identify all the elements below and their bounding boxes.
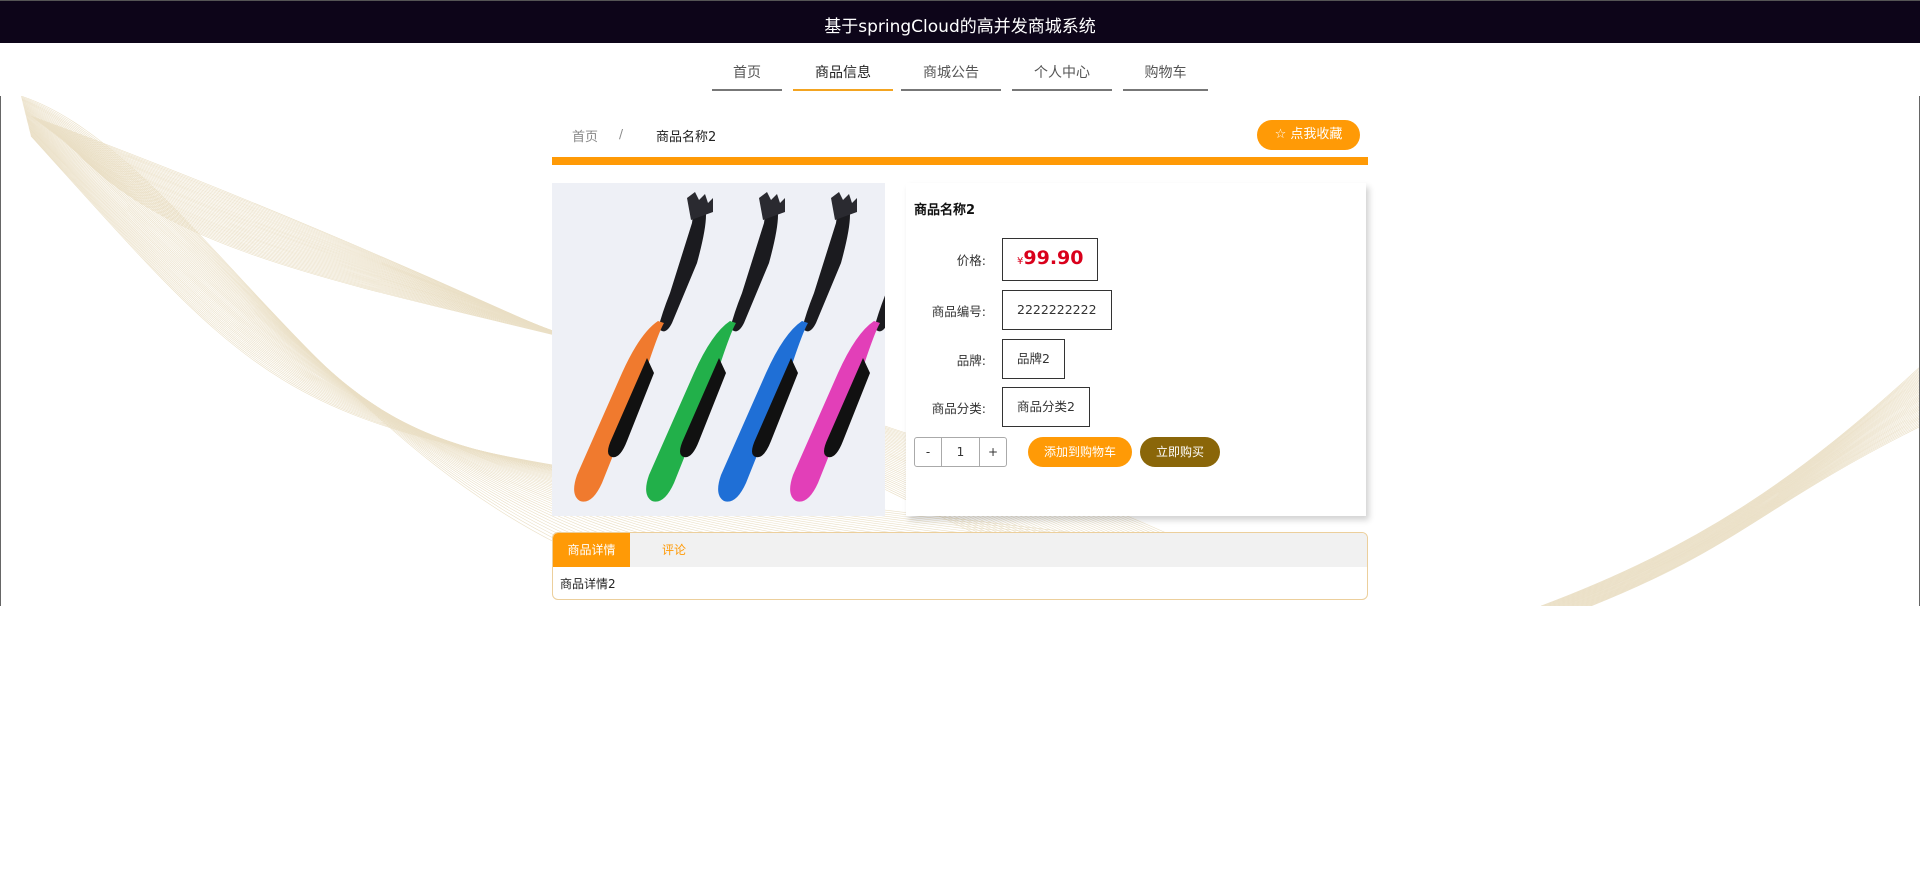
- detail-tabs: 商品详情 评论 商品详情2: [552, 532, 1368, 600]
- price-value: 99.90: [1023, 247, 1084, 269]
- breadcrumb-home[interactable]: 首页: [572, 126, 598, 145]
- code-box: 2222222222: [1002, 290, 1112, 330]
- category-label: 商品分类:: [931, 401, 986, 416]
- star-icon: ☆: [1274, 127, 1287, 142]
- nav-announcements-label: 商城公告: [923, 65, 979, 81]
- nav-products-label: 商品信息: [815, 65, 871, 81]
- nav-profile-label: 个人中心: [1034, 65, 1090, 81]
- tab-details[interactable]: 商品详情: [553, 533, 630, 567]
- product-name: 商品名称2: [914, 203, 976, 218]
- tab-content: 商品详情2: [560, 577, 616, 591]
- add-to-cart-button[interactable]: 添加到购物车: [1028, 437, 1132, 467]
- nav-profile[interactable]: 个人中心: [1012, 57, 1112, 91]
- nav-cart[interactable]: 购物车: [1123, 57, 1208, 91]
- breadcrumb-separator: /: [619, 127, 624, 141]
- quantity-value[interactable]: 1: [942, 438, 979, 466]
- tab-comments[interactable]: 评论: [649, 533, 699, 567]
- category-value: 商品分类2: [1017, 399, 1075, 414]
- main-nav: 首页 商品信息 商城公告 个人中心 购物车: [0, 43, 1920, 95]
- orange-divider: [552, 157, 1368, 165]
- product-image: [552, 183, 885, 516]
- price-box: ¥99.90: [1002, 238, 1099, 281]
- favorite-label: 点我收藏: [1290, 127, 1343, 142]
- code-value: 2222222222: [1017, 302, 1097, 317]
- site-title: 基于springCloud的高并发商城系统: [824, 17, 1096, 37]
- toothbrush-illustration: [552, 183, 885, 516]
- price-label: 价格:: [956, 253, 986, 268]
- quantity-stepper[interactable]: - 1 +: [914, 437, 1007, 467]
- increment-button[interactable]: +: [979, 438, 1006, 466]
- top-header: 基于springCloud的高并发商城系统: [0, 0, 1920, 43]
- category-box: 商品分类2: [1002, 387, 1090, 427]
- tab-header: 商品详情 评论: [553, 533, 1367, 567]
- breadcrumb-current: 商品名称2: [656, 130, 717, 145]
- nav-home-label: 首页: [733, 65, 761, 81]
- brand-value: 品牌2: [1017, 351, 1050, 366]
- nav-announcements[interactable]: 商城公告: [901, 57, 1001, 91]
- code-label: 商品编号:: [931, 304, 986, 319]
- brand-label: 品牌:: [956, 353, 986, 368]
- buy-now-button[interactable]: 立即购买: [1140, 437, 1220, 467]
- decrement-button[interactable]: -: [915, 438, 942, 466]
- favorite-button[interactable]: ☆ 点我收藏: [1257, 120, 1360, 150]
- nav-products[interactable]: 商品信息: [793, 57, 893, 91]
- product-info-panel: 商品名称2 价格: ¥99.90 商品编号: 2222222222 品牌: 品牌…: [906, 183, 1366, 516]
- brand-box: 品牌2: [1002, 339, 1065, 379]
- nav-cart-label: 购物车: [1144, 65, 1187, 81]
- nav-home[interactable]: 首页: [712, 57, 782, 91]
